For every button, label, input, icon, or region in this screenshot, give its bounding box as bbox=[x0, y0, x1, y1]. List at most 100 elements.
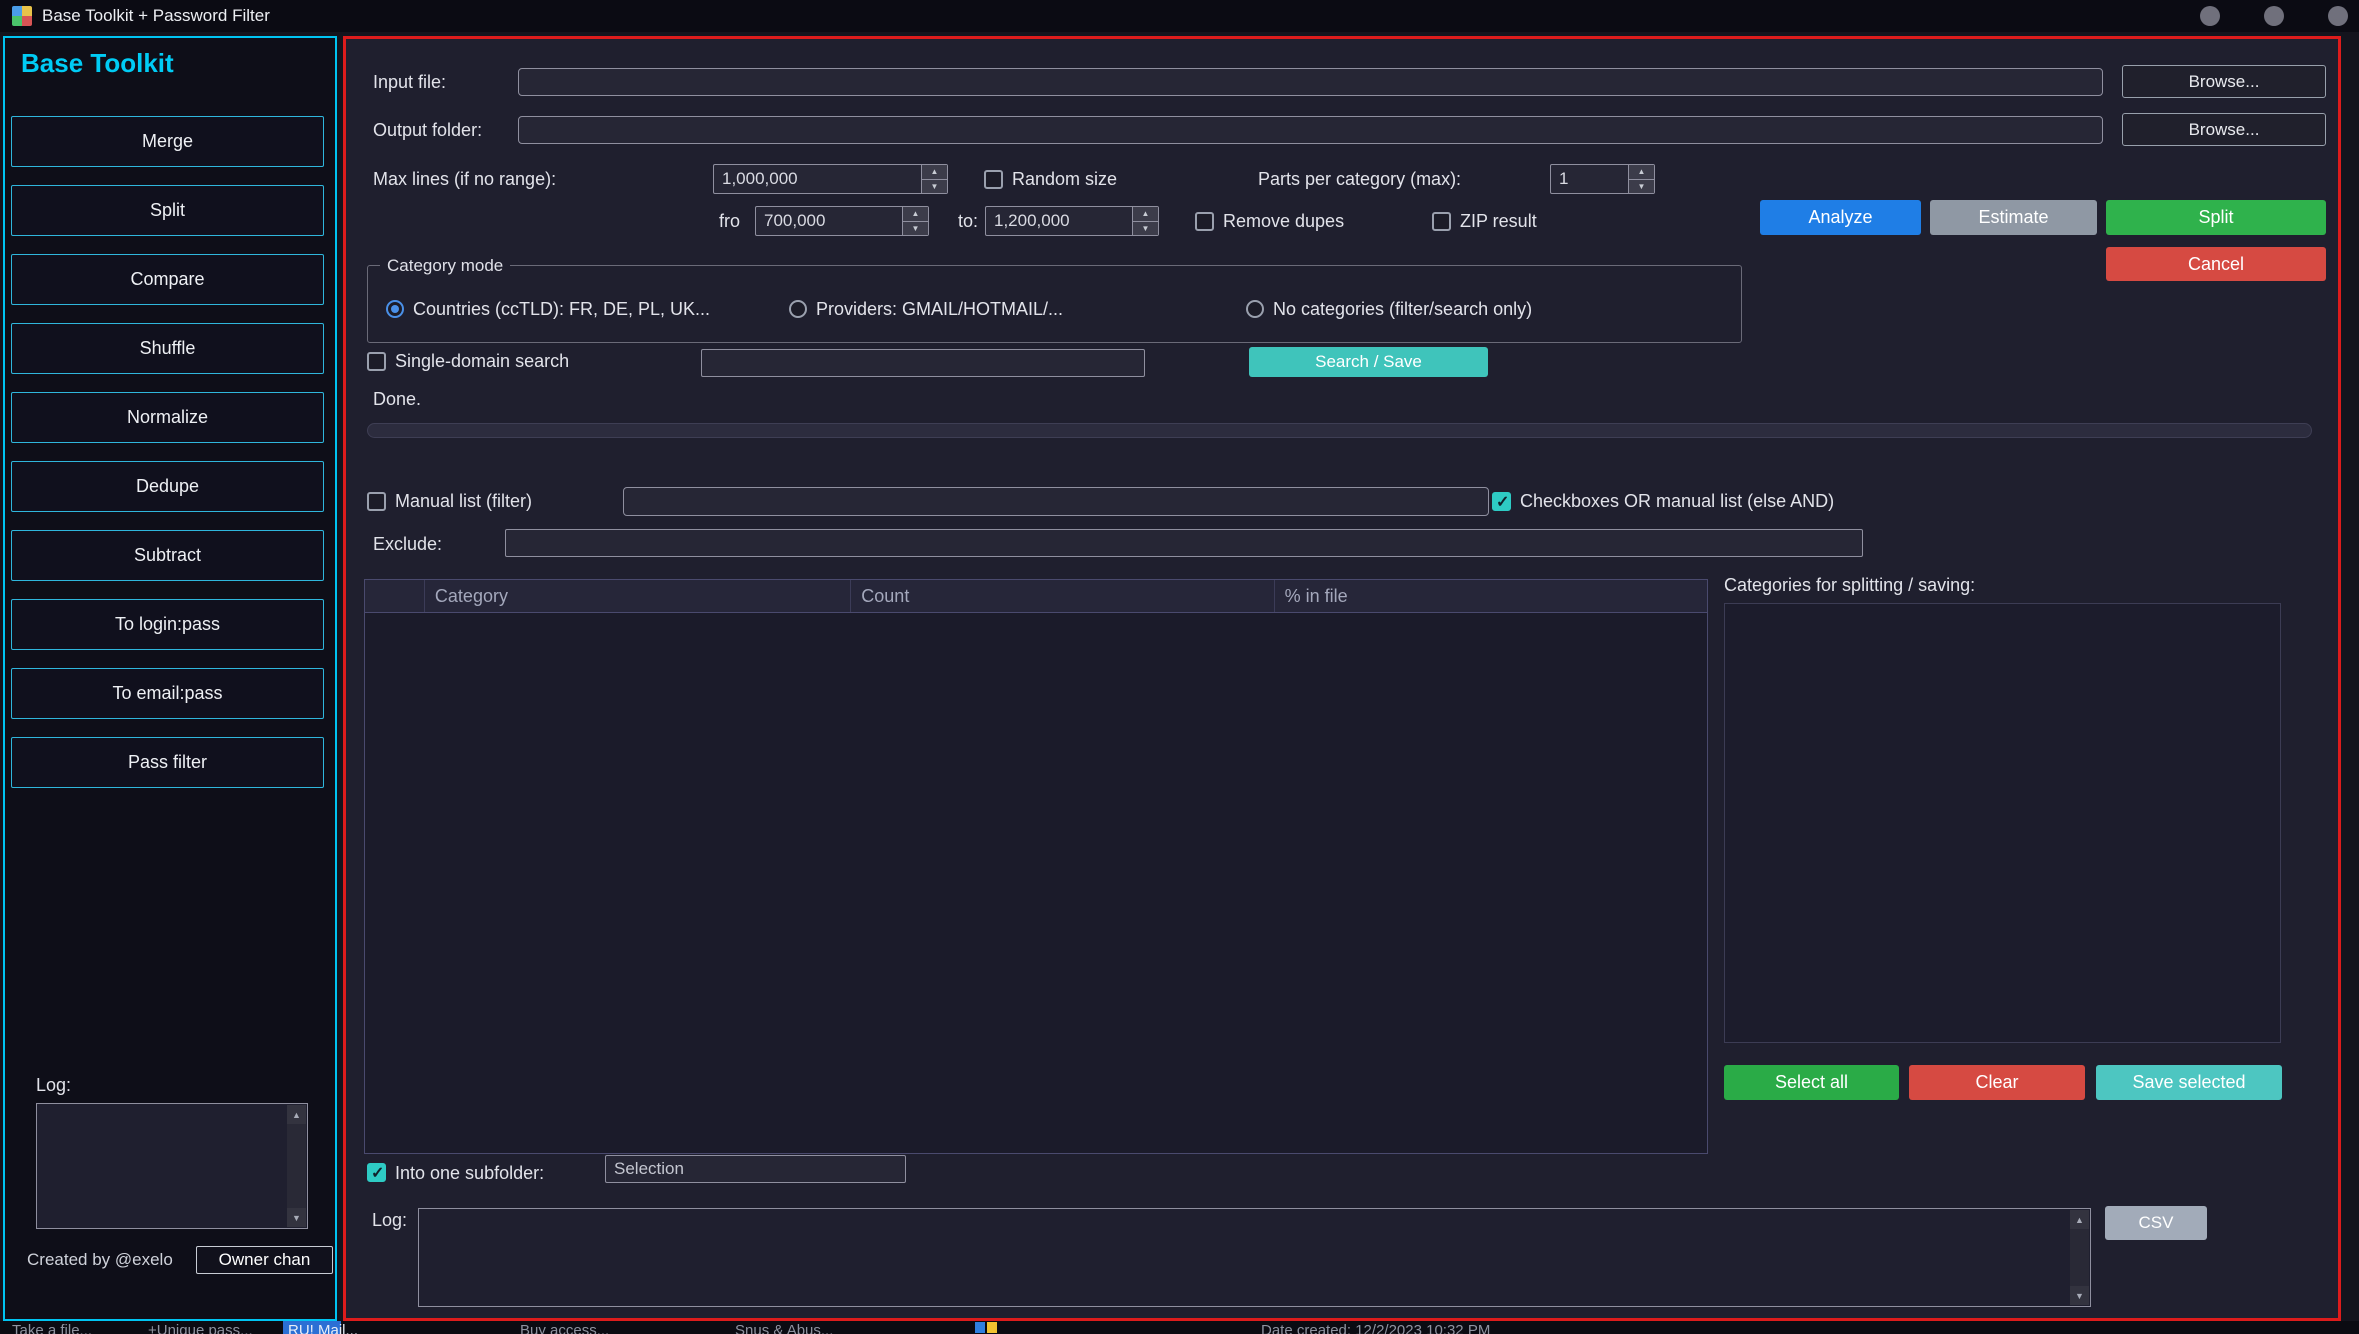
range-from-label: fro bbox=[719, 206, 740, 236]
spin-up-icon[interactable]: ▲ bbox=[1133, 207, 1158, 222]
sidebar-log-scrollbar[interactable]: ▲ ▼ bbox=[287, 1105, 306, 1227]
scroll-up-icon[interactable]: ▲ bbox=[2070, 1210, 2089, 1229]
title-bar: Base Toolkit + Password Filter bbox=[0, 0, 2359, 32]
max-lines-input[interactable] bbox=[714, 165, 921, 193]
manual-list-input[interactable] bbox=[623, 487, 1489, 516]
random-size-label: Random size bbox=[1012, 164, 1117, 194]
sidebar: Base Toolkit Merge Split Compare Shuffle… bbox=[3, 36, 337, 1321]
single-domain-checkbox[interactable] bbox=[367, 352, 386, 371]
radio-providers-label: Providers: GMAIL/HOTMAIL/... bbox=[816, 299, 1063, 319]
estimate-button[interactable]: Estimate bbox=[1930, 200, 2097, 235]
range-to-label: to: bbox=[958, 206, 978, 236]
sidebar-button-pass-filter[interactable]: Pass filter bbox=[11, 737, 324, 788]
grid-column-count: Count bbox=[851, 580, 1274, 612]
parts-spin[interactable]: ▲ ▼ bbox=[1628, 165, 1654, 193]
main-log-textarea[interactable] bbox=[419, 1209, 2073, 1310]
categories-panel-label: Categories for splitting / saving: bbox=[1724, 575, 1975, 596]
scroll-down-icon[interactable]: ▼ bbox=[287, 1208, 306, 1227]
scroll-down-icon[interactable]: ▼ bbox=[2070, 1286, 2089, 1305]
sidebar-log-box: ▲ ▼ bbox=[36, 1103, 308, 1229]
max-lines-stepper[interactable]: ▲ ▼ bbox=[713, 164, 948, 194]
cancel-button[interactable]: Cancel bbox=[2106, 247, 2326, 281]
remove-dupes-checkbox[interactable] bbox=[1195, 212, 1214, 231]
split-button[interactable]: Split bbox=[2106, 200, 2326, 235]
maximize-button[interactable] bbox=[2264, 6, 2284, 26]
sidebar-button-merge[interactable]: Merge bbox=[11, 116, 324, 167]
radio-providers[interactable] bbox=[789, 300, 807, 318]
spin-down-icon[interactable]: ▼ bbox=[1629, 180, 1654, 194]
output-folder-browse-button[interactable]: Browse... bbox=[2122, 113, 2326, 146]
range-to-input[interactable] bbox=[986, 207, 1132, 235]
single-domain-input[interactable] bbox=[701, 349, 1145, 377]
spin-up-icon[interactable]: ▲ bbox=[903, 207, 928, 222]
input-file-label: Input file: bbox=[373, 68, 446, 96]
range-from-stepper[interactable]: ▲ ▼ bbox=[755, 206, 929, 236]
spin-down-icon[interactable]: ▼ bbox=[922, 180, 947, 194]
zip-result-checkbox[interactable] bbox=[1432, 212, 1451, 231]
exclude-input[interactable] bbox=[505, 529, 1863, 557]
sidebar-button-compare[interactable]: Compare bbox=[11, 254, 324, 305]
sidebar-button-normalize[interactable]: Normalize bbox=[11, 392, 324, 443]
remove-dupes-label: Remove dupes bbox=[1223, 206, 1344, 236]
scroll-up-icon[interactable]: ▲ bbox=[287, 1105, 306, 1124]
main-log-label: Log: bbox=[372, 1210, 407, 1231]
checkboxes-or-checkbox[interactable] bbox=[1492, 492, 1511, 511]
sidebar-button-subtract[interactable]: Subtract bbox=[11, 530, 324, 581]
grid-column-percent: % in file bbox=[1275, 580, 1707, 612]
sidebar-log-textarea[interactable] bbox=[37, 1104, 290, 1232]
parts-per-category-stepper[interactable]: ▲ ▼ bbox=[1550, 164, 1655, 194]
category-grid[interactable]: Category Count % in file bbox=[364, 579, 1708, 1154]
spin-up-icon[interactable]: ▲ bbox=[922, 165, 947, 180]
search-save-button[interactable]: Search / Save bbox=[1249, 347, 1488, 377]
sidebar-button-split[interactable]: Split bbox=[11, 185, 324, 236]
background-fragment: Snus & Abus... bbox=[735, 1322, 833, 1334]
spin-down-icon[interactable]: ▼ bbox=[903, 222, 928, 236]
manual-list-checkbox[interactable] bbox=[367, 492, 386, 511]
max-lines-label: Max lines (if no range): bbox=[373, 164, 556, 194]
radio-no-categories[interactable] bbox=[1246, 300, 1264, 318]
range-from-input[interactable] bbox=[756, 207, 902, 235]
into-one-subfolder-checkbox[interactable] bbox=[367, 1163, 386, 1182]
random-size-checkbox[interactable] bbox=[984, 170, 1003, 189]
csv-button[interactable]: CSV bbox=[2105, 1206, 2207, 1240]
main-log-scrollbar[interactable]: ▲ ▼ bbox=[2070, 1210, 2089, 1305]
sidebar-button-to-login-pass[interactable]: To login:pass bbox=[11, 599, 324, 650]
zip-result-label: ZIP result bbox=[1460, 206, 1537, 236]
sidebar-log-label: Log: bbox=[36, 1075, 71, 1096]
sidebar-button-dedupe[interactable]: Dedupe bbox=[11, 461, 324, 512]
credit-text: Created by @exelo bbox=[27, 1250, 173, 1270]
close-button[interactable] bbox=[2328, 6, 2348, 26]
input-file-field[interactable] bbox=[518, 68, 2103, 96]
sidebar-button-to-email-pass[interactable]: To email:pass bbox=[11, 668, 324, 719]
minimize-button[interactable] bbox=[2200, 6, 2220, 26]
save-selected-button[interactable]: Save selected bbox=[2096, 1065, 2282, 1100]
radio-countries[interactable] bbox=[386, 300, 404, 318]
clear-button[interactable]: Clear bbox=[1909, 1065, 2085, 1100]
input-file-browse-button[interactable]: Browse... bbox=[2122, 65, 2326, 98]
subfolder-input[interactable] bbox=[605, 1155, 906, 1183]
categories-listbox[interactable] bbox=[1724, 603, 2281, 1043]
background-fragment: +Unique pass... bbox=[148, 1322, 253, 1334]
spin-up-icon[interactable]: ▲ bbox=[1629, 165, 1654, 180]
radio-countries-label: Countries (ccTLD): FR, DE, PL, UK... bbox=[413, 299, 710, 319]
output-folder-field[interactable] bbox=[518, 116, 2103, 144]
manual-list-label: Manual list (filter) bbox=[395, 489, 532, 513]
range-to-stepper[interactable]: ▲ ▼ bbox=[985, 206, 1159, 236]
date-created-text: Date created: 12/2/2023 10:32 PM bbox=[1261, 1322, 1490, 1334]
spin-down-icon[interactable]: ▼ bbox=[1133, 222, 1158, 236]
to-spin[interactable]: ▲ ▼ bbox=[1132, 207, 1158, 235]
parts-per-category-label: Parts per category (max): bbox=[1258, 164, 1461, 194]
taskbar-app-icon bbox=[975, 1322, 997, 1333]
analyze-button[interactable]: Analyze bbox=[1760, 200, 1921, 235]
sidebar-title: Base Toolkit bbox=[21, 48, 174, 79]
sidebar-button-shuffle[interactable]: Shuffle bbox=[11, 323, 324, 374]
grid-column-category: Category bbox=[425, 580, 851, 612]
parts-per-category-input[interactable] bbox=[1551, 165, 1628, 193]
radio-no-categories-label: No categories (filter/search only) bbox=[1273, 299, 1532, 319]
owner-channel-button[interactable]: Owner chan bbox=[196, 1246, 333, 1274]
max-lines-spin[interactable]: ▲ ▼ bbox=[921, 165, 947, 193]
select-all-button[interactable]: Select all bbox=[1724, 1065, 1899, 1100]
exclude-label: Exclude: bbox=[373, 531, 442, 557]
from-spin[interactable]: ▲ ▼ bbox=[902, 207, 928, 235]
category-mode-title: Category mode bbox=[380, 256, 510, 276]
